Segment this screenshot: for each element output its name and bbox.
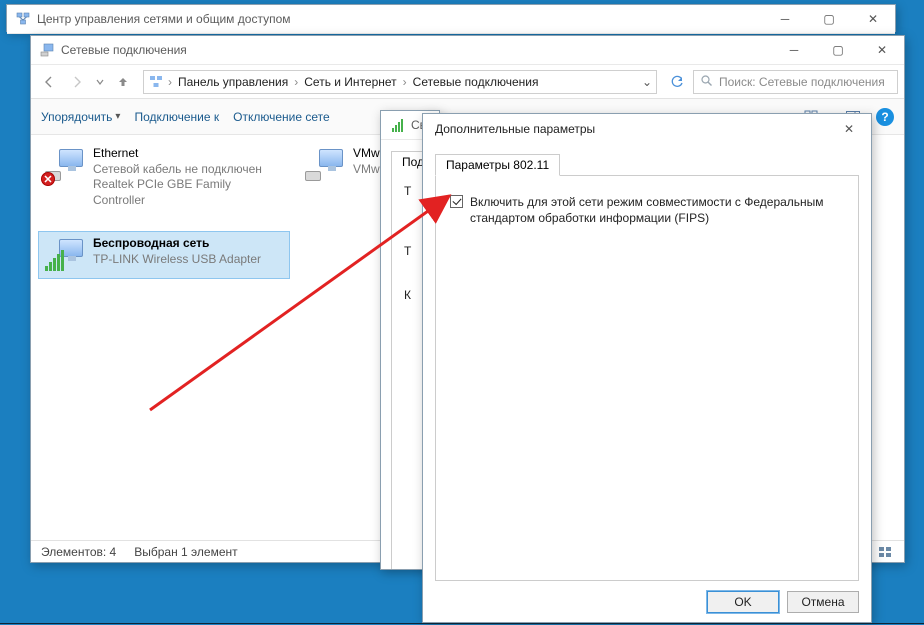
row-label: Т: [404, 244, 411, 258]
navigation-bar: › Панель управления › Сеть и Интернет › …: [31, 65, 904, 99]
connection-driver: Realtek PCIe GBE Family Controller: [93, 177, 285, 208]
search-icon: [700, 74, 713, 90]
up-button[interactable]: [111, 70, 135, 94]
connect-to-button[interactable]: Подключение к: [134, 110, 219, 124]
close-button[interactable]: ✕: [827, 114, 871, 143]
connection-ethernet[interactable]: ✕ Ethernet Сетевой кабель не подключен R…: [39, 142, 289, 212]
tab-panel: Включить для этой сети режим совместимос…: [435, 176, 859, 581]
connection-status: Сетевой кабель не подключен: [93, 162, 285, 178]
help-button[interactable]: ?: [876, 108, 894, 126]
fips-checkbox-label: Включить для этой сети режим совместимос…: [470, 194, 844, 226]
close-button[interactable]: ✕: [851, 5, 895, 33]
cancel-button[interactable]: Отмена: [787, 591, 859, 613]
status-selected-count: Выбран 1 элемент: [134, 545, 237, 559]
minimize-button[interactable]: ─: [763, 5, 807, 33]
maximize-button[interactable]: ▢: [807, 5, 851, 33]
breadcrumb-dropdown[interactable]: ⌄: [636, 75, 652, 89]
minimize-button[interactable]: ─: [772, 36, 816, 64]
connection-name: Ethernet: [93, 146, 285, 162]
back-button[interactable]: [37, 70, 61, 94]
network-center-window: Центр управления сетями и общим доступом…: [6, 4, 896, 32]
connection-driver: TP-LINK Wireless USB Adapter: [93, 252, 261, 268]
signal-bars-icon: [45, 250, 64, 271]
wireless-signal-icon: [389, 117, 405, 133]
breadcrumb-network-internet[interactable]: Сеть и Интернет: [302, 75, 398, 89]
titlebar: Дополнительные параметры ✕: [423, 114, 871, 143]
breadcrumb-network-connections[interactable]: Сетевые подключения: [411, 75, 541, 89]
status-item-count: Элементов: 4: [41, 545, 116, 559]
connection-driver: VMw: [353, 162, 380, 178]
row-label: Т: [404, 184, 411, 198]
connection-name: Беспроводная сеть: [93, 236, 261, 252]
window-title: Центр управления сетями и общим доступом: [37, 12, 763, 26]
window-title: Сетевые подключения: [61, 43, 772, 57]
disable-device-button[interactable]: Отключение сете: [233, 110, 330, 124]
wireless-icon: [43, 236, 85, 274]
organize-menu[interactable]: Упорядочить▾: [41, 110, 120, 124]
close-button[interactable]: ✕: [860, 36, 904, 64]
control-panel-icon: [148, 74, 164, 90]
row-label: К: [404, 288, 411, 302]
tab-strip: Параметры 802.11: [435, 153, 859, 176]
tab-80211-parameters[interactable]: Параметры 802.11: [435, 154, 560, 176]
ok-button[interactable]: OK: [707, 591, 779, 613]
address-bar[interactable]: › Панель управления › Сеть и Интернет › …: [143, 70, 657, 94]
search-box[interactable]: Поиск: Сетевые подключения: [693, 70, 898, 94]
maximize-button[interactable]: ▢: [816, 36, 860, 64]
ethernet-icon: ✕: [43, 146, 85, 184]
vmware-icon: [303, 146, 345, 184]
recent-dropdown[interactable]: [93, 70, 107, 94]
network-center-icon: [15, 11, 31, 27]
connection-name: VMw: [353, 146, 380, 162]
icons-view-icon[interactable]: [876, 543, 894, 561]
network-connections-icon: [39, 42, 55, 58]
titlebar: Сетевые подключения ─ ▢ ✕: [31, 36, 904, 65]
search-placeholder: Поиск: Сетевые подключения: [719, 75, 885, 89]
titlebar: Центр управления сетями и общим доступом…: [7, 5, 895, 34]
breadcrumb-control-panel[interactable]: Панель управления: [176, 75, 290, 89]
refresh-button[interactable]: [665, 70, 689, 94]
forward-button[interactable]: [65, 70, 89, 94]
error-x-icon: ✕: [41, 172, 55, 186]
fips-checkbox[interactable]: [450, 195, 463, 208]
connection-wireless[interactable]: Беспроводная сеть TP-LINK Wireless USB A…: [39, 232, 289, 278]
dialog-title: Дополнительные параметры: [435, 122, 827, 136]
advanced-parameters-dialog: Дополнительные параметры ✕ Параметры 802…: [422, 113, 872, 623]
